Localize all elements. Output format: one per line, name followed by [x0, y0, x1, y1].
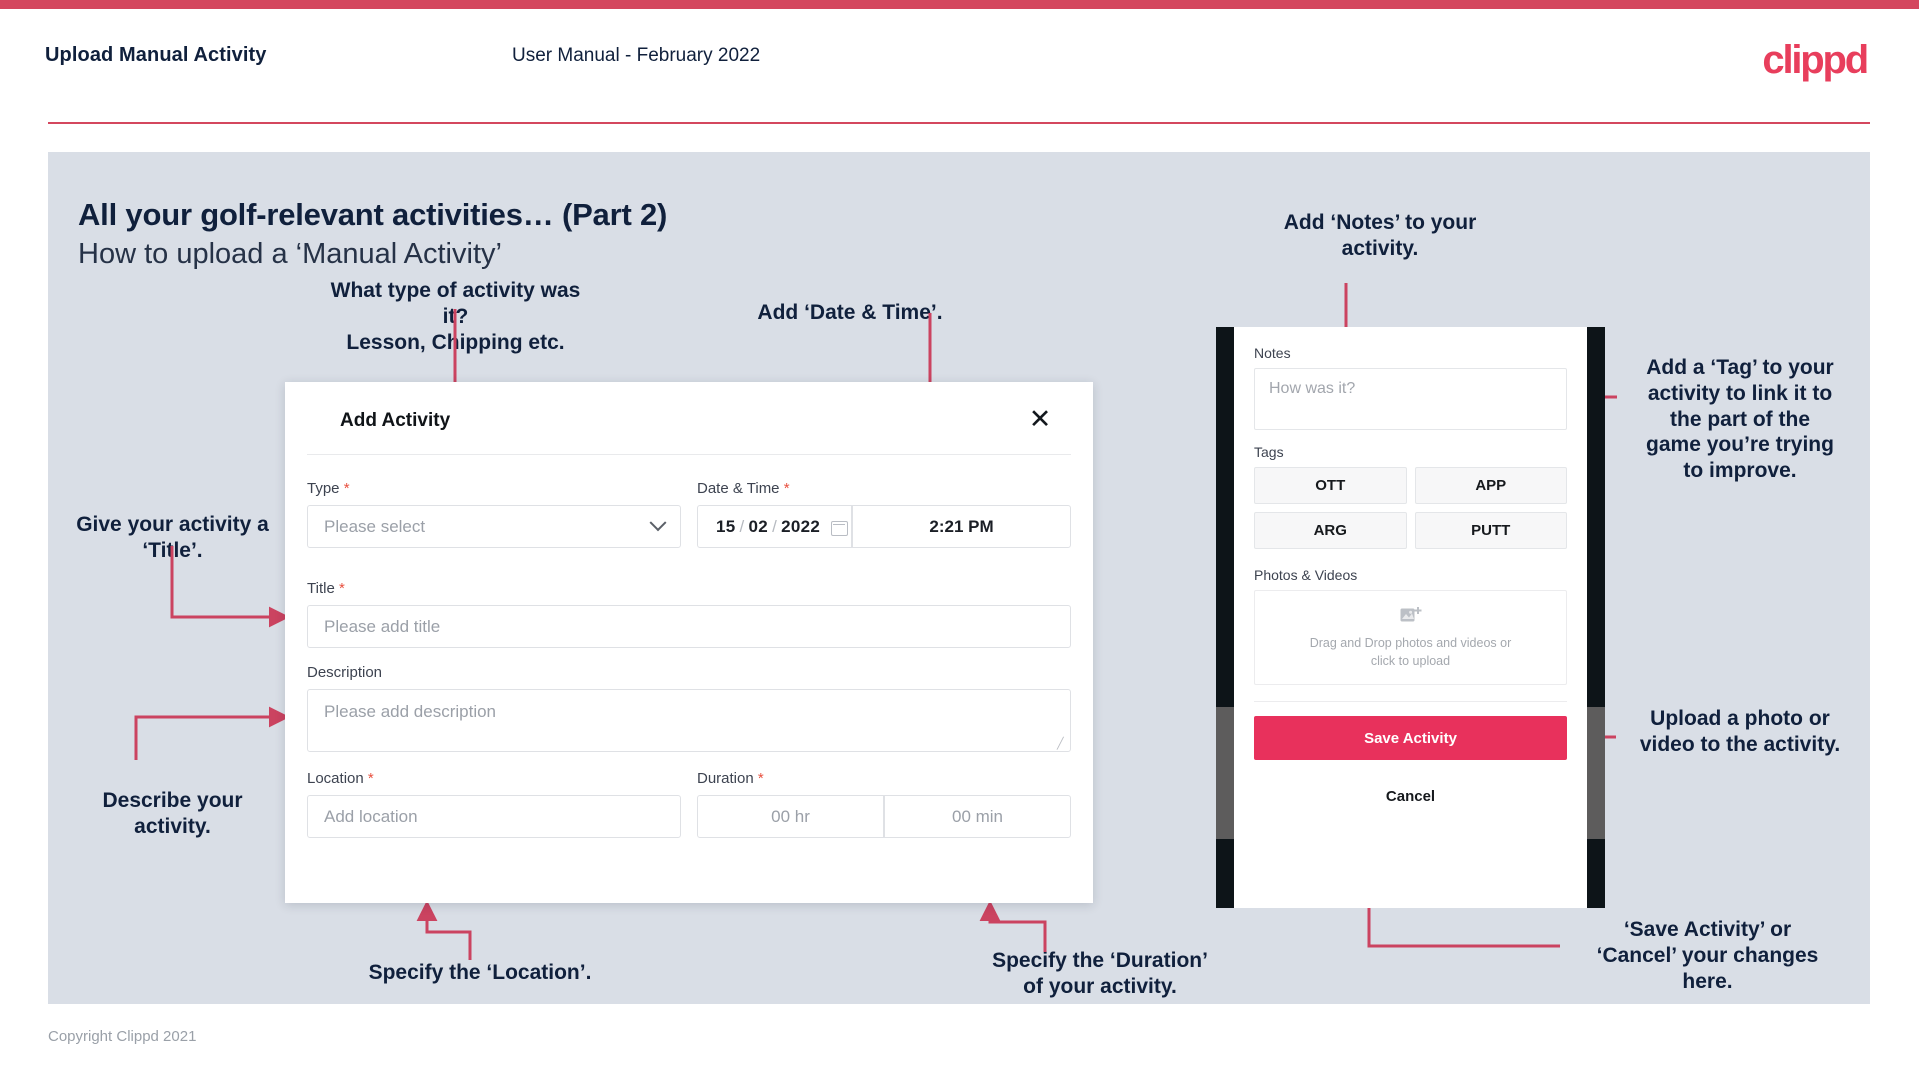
cancel-button[interactable]: Cancel [1254, 788, 1567, 805]
description-textarea[interactable]: Please add description ╱ [307, 689, 1071, 752]
type-select[interactable]: Please select [307, 505, 681, 548]
date-year: 2022 [781, 516, 821, 536]
header-divider [48, 122, 1870, 124]
title-input[interactable]: Please add title [307, 605, 1071, 648]
dropzone-line-2: click to upload [1370, 654, 1451, 668]
time-input[interactable]: 2:21 PM [852, 505, 1071, 548]
label-duration: Duration * [697, 770, 764, 787]
annotation-location: Specify the ‘Location’. [368, 961, 592, 984]
chevron-down-icon [649, 513, 667, 531]
photos-label: Photos & Videos [1254, 567, 1358, 583]
save-activity-button[interactable]: Save Activity [1254, 716, 1567, 760]
phone-screen: Notes How was it? Tags OTT APP ARG PUTT … [1234, 327, 1587, 908]
annotation-type: What type of activity was it? Lesson, Ch… [330, 279, 581, 354]
clippd-logo: clippd [1762, 38, 1869, 82]
dropzone-line-1: Drag and Drop photos and videos or [1309, 635, 1512, 650]
label-title: Title * [307, 580, 345, 597]
date-sep-2: / [772, 516, 778, 536]
date-sep-1: / [739, 516, 745, 536]
annotation-photos: Upload a photo or video to the activity. [1639, 707, 1841, 756]
duration-row: 00 hr 00 min [697, 795, 1071, 838]
location-input[interactable]: Add location [307, 795, 681, 838]
tag-app[interactable]: APP [1414, 467, 1567, 504]
calendar-icon[interactable] [831, 519, 849, 536]
date-day: 15 [716, 516, 736, 536]
description-placeholder: Please add description [324, 702, 497, 721]
phone-bezel-right-segment [1587, 707, 1605, 839]
tag-ott[interactable]: OTT [1254, 467, 1407, 504]
label-location: Location * [307, 770, 374, 787]
document-subtitle: User Manual - February 2022 [512, 45, 761, 66]
dialog-divider [307, 454, 1071, 455]
phone-mock: Notes How was it? Tags OTT APP ARG PUTT … [1216, 327, 1605, 908]
notes-textarea[interactable]: How was it? [1254, 368, 1567, 430]
annotation-tags: Add a ‘Tag’ to your activity to link it … [1646, 356, 1834, 483]
slide-subheading: How to upload a ‘Manual Activity’ [78, 238, 502, 270]
tags-label: Tags [1254, 444, 1284, 460]
tag-putt[interactable]: PUTT [1414, 512, 1567, 549]
photo-dropzone[interactable]: Drag and Drop photos and videos or click… [1254, 590, 1567, 685]
annotation-datetime: Add ‘Date & Time’. [757, 301, 943, 324]
phone-bezel-right [1587, 327, 1605, 908]
slide-page: Upload Manual Activity User Manual - Feb… [0, 0, 1919, 1079]
field-description: Description Please add description ╱ [307, 664, 1071, 752]
duration-minutes-input[interactable]: 00 min [884, 795, 1071, 838]
label-description: Description [307, 664, 383, 681]
add-activity-dialog: Add Activity ✕ Type * Please select Date… [285, 382, 1093, 903]
annotation-save-cancel: ‘Save Activity’ or ‘Cancel’ your changes… [1596, 918, 1819, 993]
add-image-icon [1400, 605, 1422, 625]
field-title: Title * Please add title [307, 580, 1071, 648]
annotation-description: Describe your activity. [102, 789, 243, 838]
page-title: Upload Manual Activity [45, 44, 267, 66]
top-accent-bar [0, 0, 1919, 9]
close-icon[interactable]: ✕ [1023, 402, 1057, 436]
date-month: 02 [748, 516, 769, 536]
slide-heading: All your golf-relevant activities… (Part… [78, 197, 668, 232]
tag-arg[interactable]: ARG [1254, 512, 1407, 549]
type-placeholder: Please select [324, 516, 426, 536]
required-marker: * [338, 580, 345, 597]
required-marker: * [343, 480, 350, 497]
footer-copyright: Copyright Clippd 2021 [48, 1028, 197, 1045]
dropzone-text: Drag and Drop photos and videos or click… [1310, 634, 1512, 670]
duration-hours-input[interactable]: 00 hr [697, 795, 884, 838]
annotation-title: Give your activity a ‘Title’. [76, 513, 269, 562]
tags-grid: OTT APP ARG PUTT [1254, 467, 1567, 549]
phone-bezel-left-segment [1216, 707, 1234, 839]
required-marker: * [367, 770, 374, 787]
notes-label: Notes [1254, 345, 1291, 361]
required-marker: * [783, 480, 790, 497]
annotation-duration: Specify the ‘Duration’ of your activity. [992, 949, 1208, 998]
date-input[interactable]: 15 / 02 / 2022 [697, 505, 852, 548]
required-marker: * [757, 770, 764, 787]
label-datetime: Date & Time * [697, 480, 790, 497]
phone-divider [1254, 701, 1567, 702]
field-duration: Duration * 00 hr 00 min [697, 770, 1071, 838]
annotation-notes: Add ‘Notes’ to your activity. [1283, 211, 1477, 260]
field-datetime: Date & Time * 15 / 02 / 2022 2:21 PM [697, 480, 1071, 548]
phone-bezel-left [1216, 327, 1234, 908]
dialog-title: Add Activity [340, 410, 451, 431]
field-type: Type * Please select [307, 480, 681, 548]
label-type: Type * [307, 480, 350, 497]
resize-handle-icon[interactable]: ╱ [1057, 739, 1067, 750]
field-location: Location * Add location [307, 770, 681, 838]
datetime-row: 15 / 02 / 2022 2:21 PM [697, 505, 1071, 548]
